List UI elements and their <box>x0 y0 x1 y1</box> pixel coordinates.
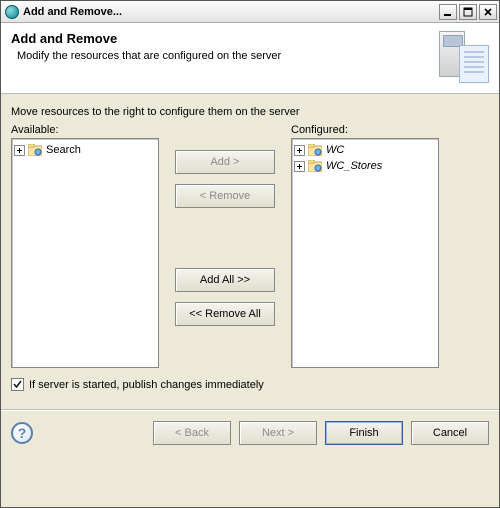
publish-checkbox-row[interactable]: If server is started, publish changes im… <box>11 378 489 391</box>
configured-label: Configured: <box>291 124 439 136</box>
minimize-button[interactable] <box>439 4 457 20</box>
tree-item-label: Search <box>45 144 82 156</box>
available-list[interactable]: Search <box>11 138 159 368</box>
help-icon[interactable]: ? <box>11 422 33 444</box>
cancel-button[interactable]: Cancel <box>411 421 489 445</box>
page-subtitle: Modify the resources that are configured… <box>17 50 431 62</box>
wizard-body: Move resources to the right to configure… <box>1 94 499 395</box>
remove-button[interactable]: < Remove <box>175 184 275 208</box>
available-column: Available: Search <box>11 124 159 368</box>
add-button[interactable]: Add > <box>175 150 275 174</box>
header-graphic-icon <box>437 31 489 83</box>
module-icon <box>308 144 322 156</box>
remove-all-button[interactable]: << Remove All <box>175 302 275 326</box>
window-title: Add and Remove... <box>23 6 437 18</box>
finish-button[interactable]: Finish <box>325 421 403 445</box>
publish-checkbox[interactable] <box>11 378 24 391</box>
wizard-footer: ? < Back Next > Finish Cancel <box>1 410 499 456</box>
configured-list[interactable]: WC WC_Stores <box>291 138 439 368</box>
instruction-text: Move resources to the right to configure… <box>11 106 489 118</box>
publish-checkbox-label: If server is started, publish changes im… <box>29 379 264 391</box>
tree-item-label: WC <box>325 144 345 156</box>
module-icon <box>28 144 42 156</box>
close-button[interactable] <box>479 4 497 20</box>
tree-item[interactable]: WC_Stores <box>294 158 436 174</box>
page-title: Add and Remove <box>11 31 431 46</box>
add-all-button[interactable]: Add All >> <box>175 268 275 292</box>
tree-item[interactable]: WC <box>294 142 436 158</box>
available-label: Available: <box>11 124 159 136</box>
expand-icon[interactable] <box>294 145 305 156</box>
maximize-button[interactable] <box>459 4 477 20</box>
tree-item-label: WC_Stores <box>325 160 383 172</box>
title-bar: Add and Remove... <box>1 1 499 23</box>
tree-item[interactable]: Search <box>14 142 156 158</box>
configured-column: Configured: WC <box>291 124 439 368</box>
module-icon <box>308 160 322 172</box>
transfer-buttons: Add > < Remove Add All >> << Remove All <box>165 124 285 326</box>
back-button[interactable]: < Back <box>153 421 231 445</box>
wizard-header: Add and Remove Modify the resources that… <box>1 23 499 94</box>
next-button[interactable]: Next > <box>239 421 317 445</box>
expand-icon[interactable] <box>294 161 305 172</box>
app-icon <box>5 5 19 19</box>
expand-icon[interactable] <box>14 145 25 156</box>
